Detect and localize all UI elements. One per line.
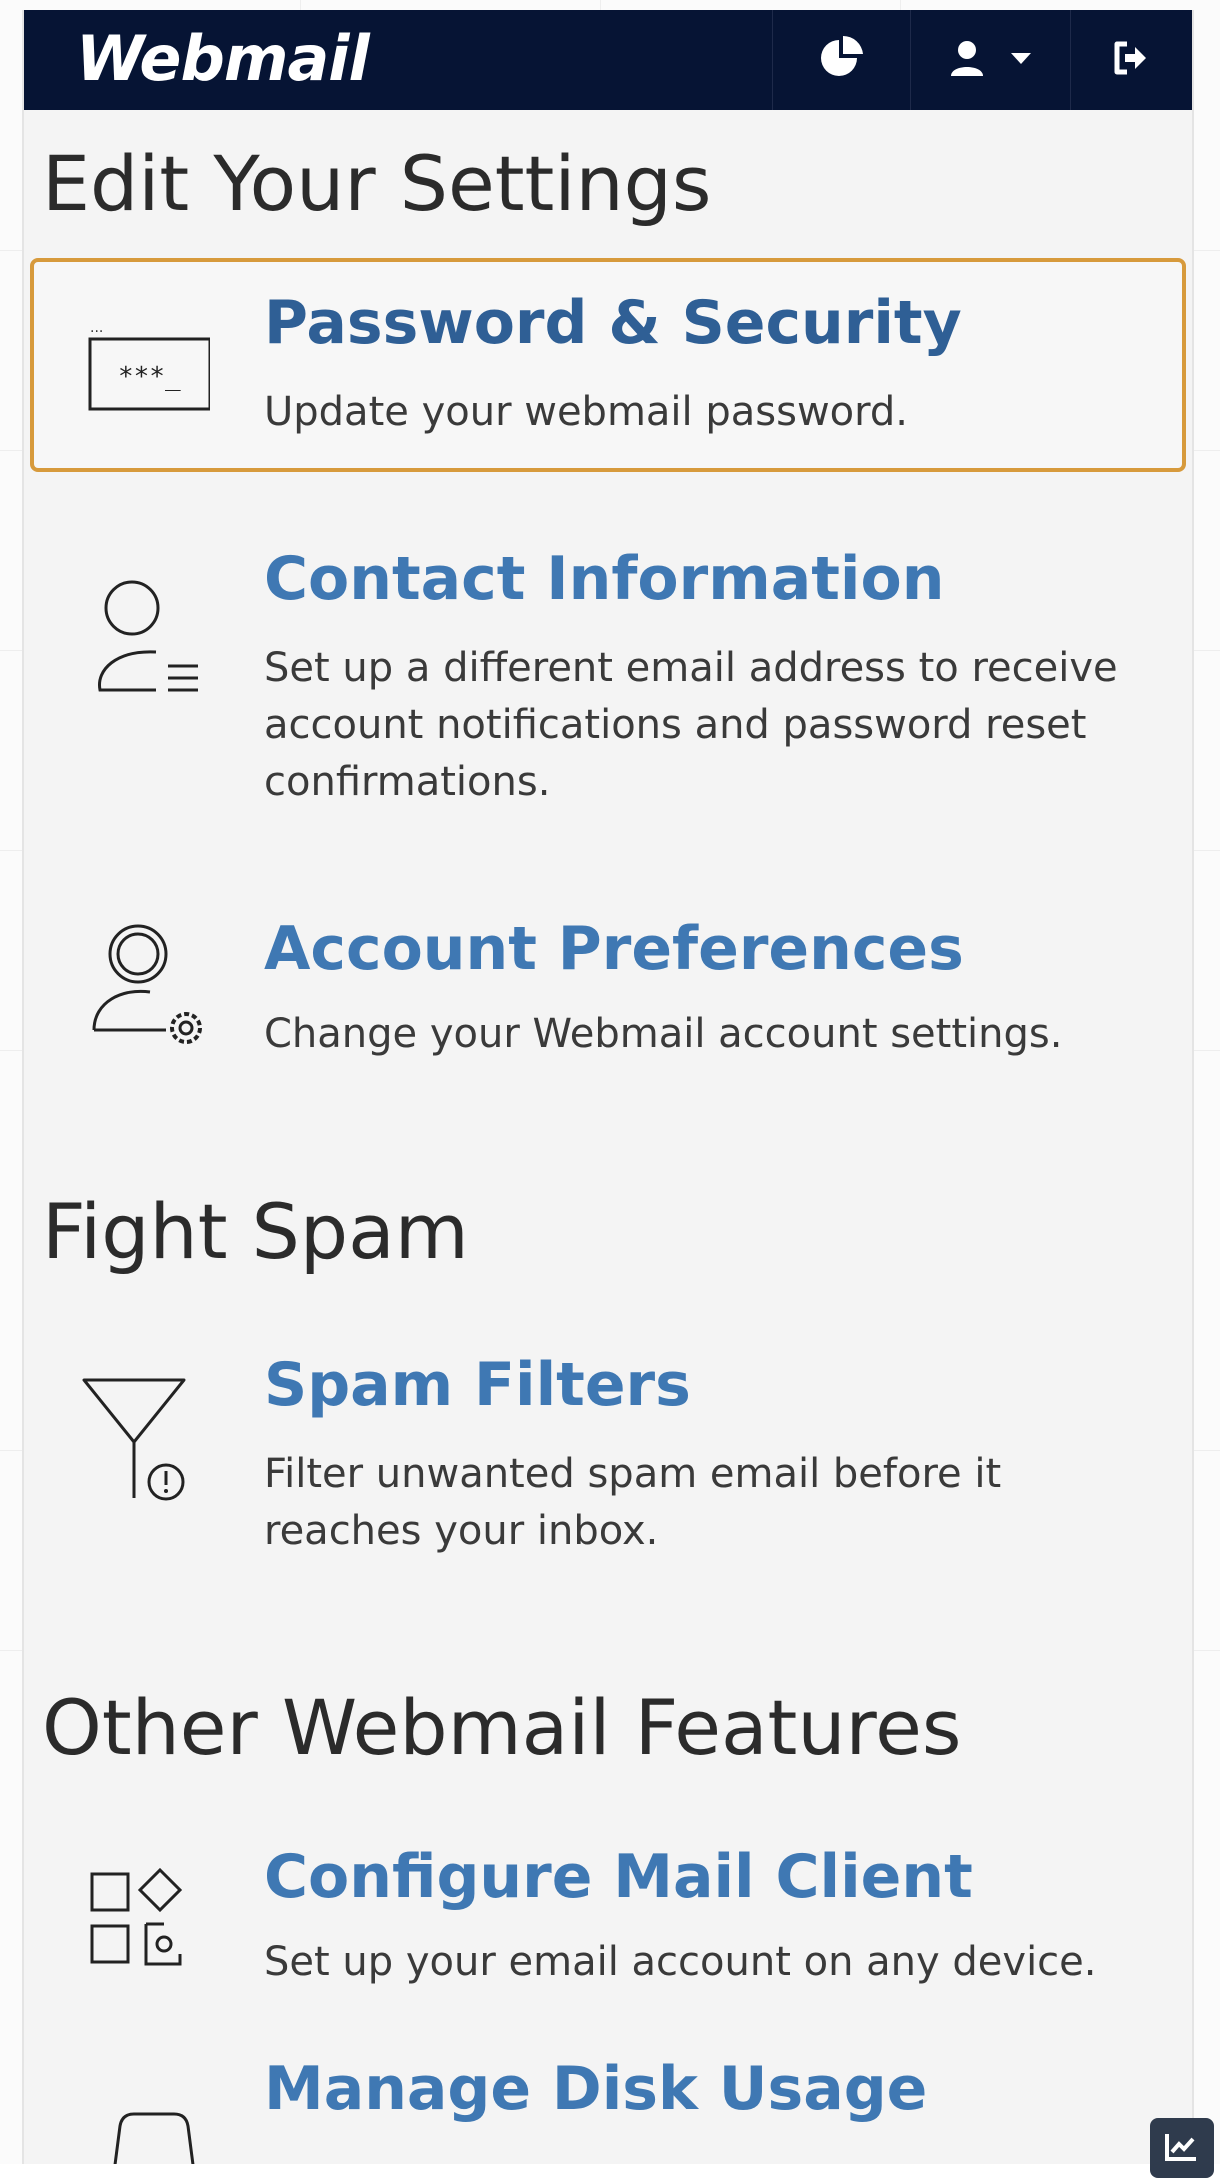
item-title[interactable]: Manage Disk Usage — [264, 2056, 927, 2122]
chart-trend-icon — [1164, 2132, 1198, 2166]
section-title-features: Other Webmail Features — [42, 1683, 962, 1772]
top-navigation-bar: Webmail — [24, 10, 1192, 110]
item-title[interactable]: Contact Information — [264, 546, 944, 612]
devices-grid-icon — [74, 1866, 214, 1980]
webmail-logo[interactable]: Webmail — [76, 24, 370, 94]
item-title[interactable]: Password & Security — [264, 290, 962, 356]
spam-item-spam-filters[interactable]: Spam Filters Filter unwanted spam email … — [30, 1330, 1186, 1590]
logout-icon — [1113, 40, 1149, 80]
user-menu-button[interactable] — [910, 10, 1070, 110]
contact-card-icon — [74, 566, 214, 710]
stats-button[interactable] — [772, 10, 910, 110]
pie-chart-icon — [819, 35, 863, 84]
corner-widget-button[interactable] — [1150, 2118, 1214, 2178]
user-icon — [947, 38, 987, 82]
section-title-spam: Fight Spam — [42, 1187, 469, 1276]
filter-alert-icon — [74, 1374, 214, 1508]
item-description: Set up your email account on any device. — [264, 1939, 1097, 1985]
features-item-configure-mail-client[interactable]: Configure Mail Client Set up your email … — [30, 1822, 1186, 2002]
item-title[interactable]: Configure Mail Client — [264, 1844, 973, 1910]
item-description: Update your webmail password. — [264, 389, 908, 435]
settings-item-account-preferences[interactable]: Account Preferences Change your Webmail … — [30, 894, 1186, 1057]
logout-button[interactable] — [1070, 10, 1192, 110]
caret-down-icon — [1009, 50, 1033, 70]
disk-icon — [74, 2108, 214, 2164]
features-item-manage-disk-usage[interactable]: Manage Disk Usage — [30, 2042, 1186, 2164]
item-description: Set up a different email address to rece… — [264, 645, 1118, 805]
webmail-window: Webmail Edit Your Settings ... ***_ Pass… — [22, 10, 1194, 2164]
svg-text:***_: ***_ — [118, 362, 181, 392]
item-description: Change your Webmail account settings. — [264, 1011, 1063, 1057]
item-title[interactable]: Spam Filters — [264, 1352, 691, 1418]
item-title[interactable]: Account Preferences — [264, 916, 964, 982]
settings-item-contact-information[interactable]: Contact Information Set up a different e… — [30, 522, 1186, 832]
password-field-icon: ... ***_ — [74, 314, 212, 418]
section-title-settings: Edit Your Settings — [42, 139, 712, 228]
settings-item-password-security[interactable]: ... ***_ Password & Security Update your… — [30, 258, 1186, 472]
user-gear-icon — [74, 918, 214, 1052]
svg-text:...: ... — [90, 320, 103, 336]
item-description: Filter unwanted spam email before it rea… — [264, 1451, 1002, 1554]
